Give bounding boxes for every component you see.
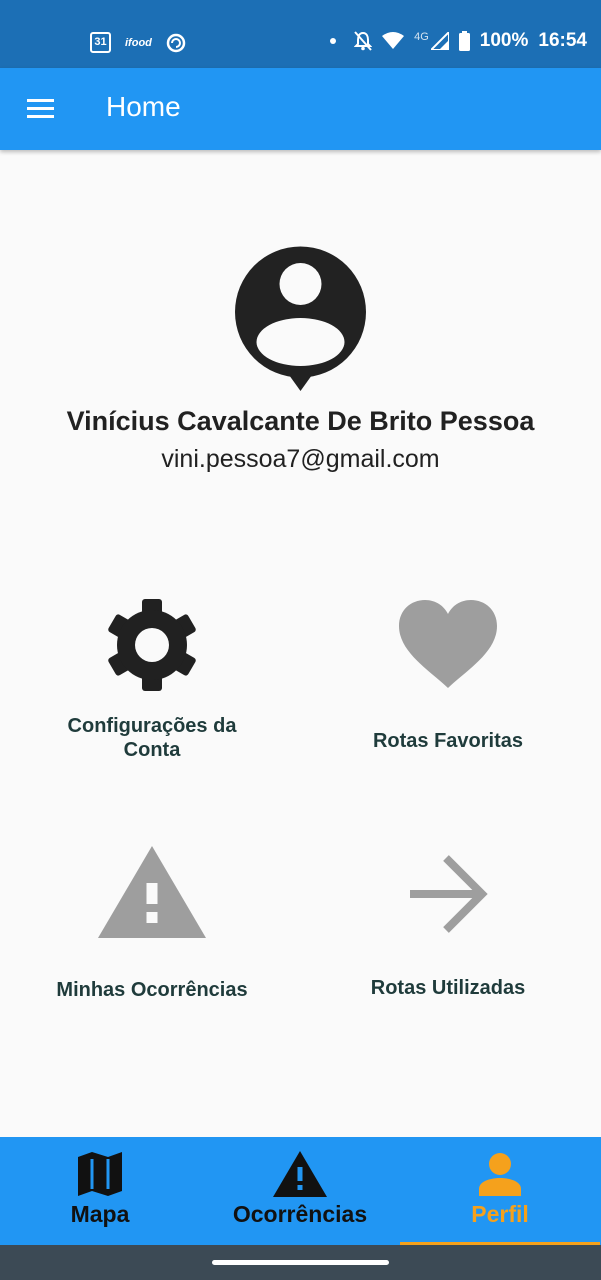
clock: 16:54: [538, 30, 587, 51]
person-pin-icon: [235, 246, 366, 391]
used-routes-button[interactable]: Rotas Utilizadas: [348, 854, 548, 1000]
gear-icon: [108, 599, 196, 691]
menu-icon: [27, 99, 54, 118]
user-email: vini.pessoa7@gmail.com: [161, 445, 440, 473]
person-icon: [479, 1153, 521, 1196]
battery-percent: 100%: [479, 30, 529, 51]
wifi-icon: [382, 32, 405, 49]
nav-label-occurrences: Ocorrências: [232, 1201, 368, 1227]
status-right-icons: 4G 100% 16:54: [330, 30, 587, 52]
home-gesture-handle[interactable]: [212, 1260, 389, 1265]
status-left-icons: 31 ifood: [90, 32, 186, 53]
nav-item-occurrences[interactable]: Ocorrências: [200, 1137, 400, 1245]
warning-icon: [98, 846, 206, 938]
my-occurrences-button[interactable]: Minhas Ocorrências: [52, 846, 252, 1002]
signal-icon: [430, 32, 449, 50]
ifood-icon: ifood: [125, 36, 152, 49]
battery-icon: [458, 31, 470, 51]
warning-icon: [273, 1151, 327, 1197]
notifications-off-icon: [354, 31, 373, 51]
menu-button[interactable]: [26, 95, 56, 123]
nav-item-map[interactable]: Mapa: [0, 1137, 200, 1245]
my-occurrences-label: Minhas Ocorrências: [56, 979, 248, 1001]
nav-label-profile: Perfil: [471, 1201, 529, 1227]
favorite-routes-button[interactable]: Rotas Favoritas: [348, 600, 548, 753]
arrow-right-icon: [410, 855, 488, 933]
user-name: Vinícius Cavalcante De Brito Pessoa: [66, 406, 535, 436]
bottom-navigation: Mapa Ocorrências Perfil: [0, 1137, 601, 1245]
used-routes-label: Rotas Utilizadas: [370, 977, 526, 999]
account-settings-label: Configurações da Conta: [67, 715, 237, 761]
heart-icon: [399, 600, 497, 688]
system-navigation-bar: [0, 1245, 601, 1280]
map-icon: [78, 1152, 122, 1196]
network-type: 4G: [414, 31, 429, 43]
status-bar: 31 ifood 4G 100% 16:54: [0, 0, 601, 68]
app-bar: Home: [0, 68, 601, 150]
favorite-routes-label: Rotas Favoritas: [372, 730, 524, 752]
calendar-icon: 31: [90, 32, 111, 53]
sync-icon: [166, 33, 186, 52]
nav-label-map: Mapa: [70, 1201, 130, 1227]
account-settings-button[interactable]: Configurações da Conta: [52, 596, 252, 762]
nav-item-profile[interactable]: Perfil: [400, 1137, 600, 1245]
page-title: Home: [106, 91, 181, 122]
dot-icon: [330, 38, 337, 44]
